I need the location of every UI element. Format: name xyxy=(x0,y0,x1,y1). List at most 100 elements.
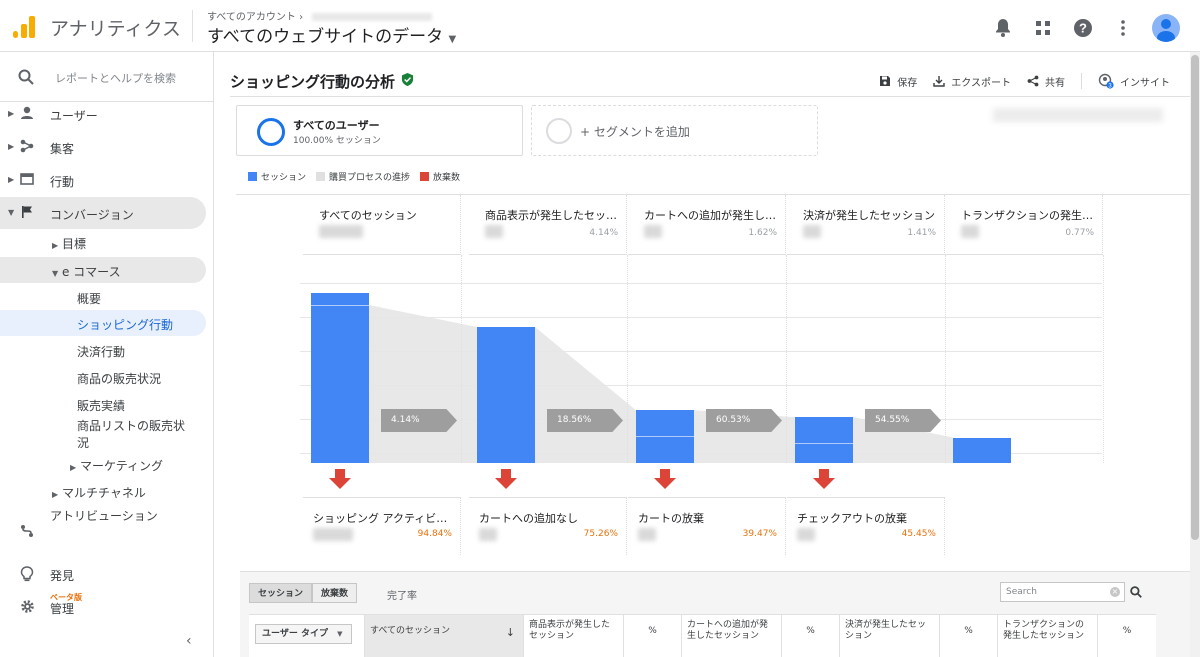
sidebar-item-marketing[interactable]: ▶ マーケティング xyxy=(70,457,163,474)
share-icon xyxy=(1027,75,1039,87)
bar-segment-divider xyxy=(795,443,853,445)
abandonment-box[interactable]: カートの放棄 39.47% xyxy=(628,497,786,555)
abandonment-box[interactable]: カートへの追加なし 75.26% xyxy=(469,497,627,555)
segment-all-users[interactable]: すべてのユーザー 100.00% セッション xyxy=(236,105,523,156)
view-selector[interactable]: すべてのウェブサイトのデータ ▼ xyxy=(207,22,456,47)
abandonment-percent: 45.45% xyxy=(901,529,936,539)
abandonment-percent: 75.26% xyxy=(583,529,618,539)
more-vert-icon[interactable] xyxy=(1112,17,1134,39)
abandon-arrow-icon xyxy=(654,469,676,489)
insights-button[interactable]: 3 インサイト xyxy=(1098,73,1170,89)
session-bar[interactable] xyxy=(311,293,369,463)
tab-abandonments[interactable]: 放棄数 xyxy=(312,583,358,603)
share-button[interactable]: 共有 xyxy=(1027,74,1065,89)
funnel-step-header[interactable]: 商品表示が発生したセッション 4.14% xyxy=(469,195,627,255)
sidebar-item-product-list-performance[interactable]: 商品リストの販売状況 xyxy=(77,418,187,452)
sidebar-item-discover[interactable]: 発見 xyxy=(0,558,206,590)
abandon-arrow-icon xyxy=(813,469,835,489)
column-header[interactable]: % xyxy=(782,615,840,657)
funnel-step-header[interactable]: 決済が発生したセッション 1.41% xyxy=(787,195,945,255)
sidebar-item-product-performance[interactable]: 商品の販売状況 xyxy=(77,370,161,387)
clear-icon[interactable]: × xyxy=(1110,587,1120,597)
session-bar[interactable] xyxy=(477,327,535,463)
attribution-icon xyxy=(21,525,33,537)
save-button[interactable]: 保存 xyxy=(879,74,917,89)
column-header[interactable]: % xyxy=(940,615,998,657)
sidebar-item-acquisition[interactable]: ▶ 集客 xyxy=(0,131,206,163)
column-divider xyxy=(461,255,462,463)
bell-icon[interactable] xyxy=(992,17,1014,39)
gear-icon xyxy=(21,600,34,613)
sidebar-item-checkout-behavior[interactable]: 決済行動 xyxy=(77,343,125,360)
caret-down-icon: ▼ xyxy=(8,208,15,217)
sidebar-item-goals[interactable]: ▶ 目標 xyxy=(52,235,86,252)
sidebar-item-conversions[interactable]: ▼ コンバージョン xyxy=(0,197,206,229)
flag-icon xyxy=(22,206,32,218)
scrollbar-thumb[interactable] xyxy=(1191,55,1199,540)
sidebar-item-label: 行動 xyxy=(50,175,75,189)
abandonment-box[interactable]: チェックアウトの放棄 45.45% xyxy=(787,497,945,555)
column-header[interactable]: 商品表示が発生したセッション xyxy=(524,615,624,657)
step-count-redacted xyxy=(485,225,503,238)
progress-rate-tag: 4.14% xyxy=(381,409,457,432)
sidebar-item-multichannel[interactable]: ▶ マルチチャネル xyxy=(52,484,146,501)
sidebar-item-behavior[interactable]: ▶ 行動 xyxy=(0,164,206,196)
funnel-step-header[interactable]: カートへの追加が発生したセッション 1.62% xyxy=(628,195,786,255)
account-breadcrumb[interactable]: すべてのアカウント › xyxy=(207,8,433,23)
analytics-logo-icon[interactable] xyxy=(12,14,36,38)
segment-name: すべてのユーザー xyxy=(293,119,380,132)
sidebar-item-attribution[interactable]: アトリビューション xyxy=(0,504,206,544)
add-segment-button[interactable]: + セグメントを追加 xyxy=(531,105,818,156)
column-header[interactable]: すべてのセッション ↓ xyxy=(365,615,524,657)
abandon-arrow-icon xyxy=(495,469,517,489)
sidebar-item-admin[interactable]: 管理 xyxy=(0,591,206,623)
sidebar-item-overview[interactable]: 概要 xyxy=(77,290,101,307)
column-header[interactable]: % xyxy=(1098,615,1156,657)
step-count-redacted xyxy=(803,225,821,238)
account-avatar[interactable] xyxy=(1152,14,1180,42)
table-search-input[interactable]: Search × xyxy=(1000,582,1125,602)
funnel-step-header[interactable]: すべてのセッション xyxy=(303,195,461,255)
step-percent: 1.41% xyxy=(907,228,936,238)
step-percent: 4.14% xyxy=(589,228,618,238)
behavior-icon xyxy=(20,173,34,185)
collapse-sidebar-icon[interactable]: ‹ xyxy=(186,633,192,649)
caret-right-icon: ▶ xyxy=(8,142,15,151)
abandonment-percent: 39.47% xyxy=(742,529,777,539)
dimension-select[interactable]: ユーザー タイプ ▼ xyxy=(255,624,352,644)
sidebar-item-label: 管理 xyxy=(50,602,75,616)
abandonment-box[interactable]: ショッピング アクティビティなし 94.84% xyxy=(303,497,461,555)
sidebar-item-users[interactable]: ▶ ユーザー xyxy=(0,98,206,130)
column-divider xyxy=(786,255,787,463)
insights-icon: 3 xyxy=(1098,73,1114,89)
column-header[interactable]: カートへの追加が発生したセッション xyxy=(682,615,782,657)
date-range-selector[interactable] xyxy=(993,108,1163,122)
sidebar-item-shopping-behavior[interactable]: ショッピング行動 xyxy=(0,310,206,336)
caret-right-icon: ▶ xyxy=(8,109,15,118)
help-icon[interactable]: ? xyxy=(1072,17,1094,39)
sidebar-item-sales-performance[interactable]: 販売実績 xyxy=(77,397,125,414)
column-header[interactable]: 決済が発生したセッション xyxy=(840,615,940,657)
step-name: すべてのセッション xyxy=(319,209,417,222)
session-bar[interactable] xyxy=(953,437,1011,463)
report-search[interactable]: レポートとヘルプを検索 xyxy=(0,52,214,102)
step-percent: 0.77% xyxy=(1065,228,1094,238)
tab-completion-rate[interactable]: 完了率 xyxy=(387,587,417,602)
legend: セッション 購買プロセスの進捗 放棄数 xyxy=(248,170,460,183)
legend-item: 放棄数 xyxy=(420,170,460,183)
funnel-step-header[interactable]: トランザクションの発生したセッション 0.77% xyxy=(945,195,1103,255)
person-icon xyxy=(21,106,33,119)
segment-ring-icon xyxy=(257,118,285,146)
column-header[interactable]: % xyxy=(624,615,682,657)
grid-line xyxy=(300,317,1102,318)
apps-grid-icon[interactable] xyxy=(1032,17,1054,39)
export-button[interactable]: エクスポート xyxy=(933,74,1011,89)
progress-flow-area xyxy=(535,327,636,463)
sidebar-item-ecommerce[interactable]: ▼ e コマース xyxy=(0,257,206,283)
column-header[interactable]: トランザクションの発生したセッション xyxy=(998,615,1098,657)
abandonment-label: カートの放棄 xyxy=(638,512,704,525)
save-icon xyxy=(880,76,891,86)
tab-sessions[interactable]: セッション xyxy=(249,583,313,603)
session-bar[interactable] xyxy=(795,417,853,463)
table-search-button[interactable] xyxy=(1126,582,1146,602)
